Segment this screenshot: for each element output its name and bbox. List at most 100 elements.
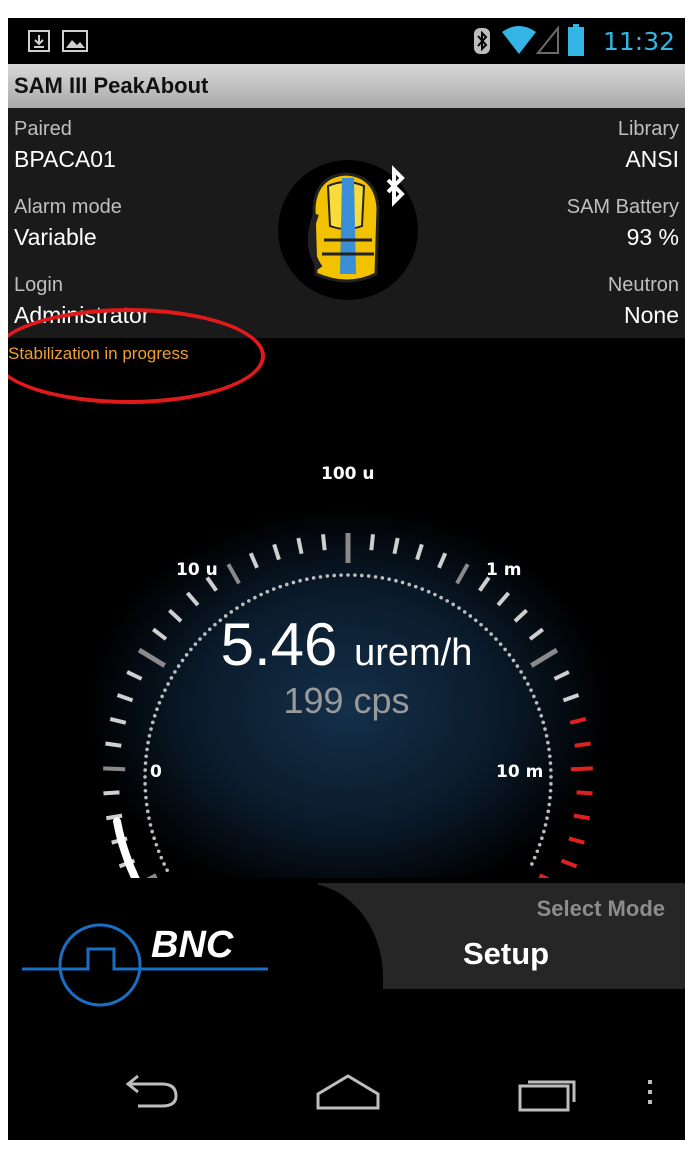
- battery-icon: [568, 24, 584, 56]
- gauge-dot: [545, 816, 549, 820]
- gauge-tick: [560, 858, 578, 869]
- device-info-panel: Paired BPACA01 Alarm mode Variable Login…: [8, 108, 685, 338]
- gauge-dot: [339, 573, 343, 577]
- gauge-dot: [548, 761, 553, 765]
- download-notification-icon: [28, 30, 50, 52]
- gauge-dot: [265, 589, 270, 594]
- gauge-tick: [570, 766, 593, 772]
- gauge-dot: [150, 829, 154, 834]
- gauge-dot: [549, 768, 553, 772]
- gauge-dot: [549, 775, 553, 779]
- gauge-dot: [247, 599, 251, 603]
- gauge-dot: [154, 842, 159, 847]
- paired-label: Paired: [14, 118, 72, 140]
- gauge-tick: [568, 836, 585, 845]
- clock: 11:32: [602, 27, 675, 56]
- home-icon[interactable]: [314, 1072, 382, 1112]
- gauge-dot: [394, 578, 398, 583]
- gauge-dot: [353, 573, 357, 577]
- gauge-dot: [543, 727, 547, 731]
- gauge-dot: [420, 587, 425, 591]
- menu-icon[interactable]: [644, 1078, 656, 1108]
- gauge-dot: [298, 578, 302, 583]
- gauge-dot: [148, 823, 153, 827]
- gauge-dot: [259, 592, 263, 597]
- neutron-label: Neutron: [607, 274, 679, 296]
- gauge-dot: [373, 575, 378, 579]
- gauge-dot: [548, 788, 553, 793]
- gauge-dot: [413, 584, 418, 589]
- gauge-dot: [332, 573, 336, 578]
- gauge-dot: [400, 580, 405, 585]
- back-icon[interactable]: [118, 1072, 184, 1112]
- gauge-dot: [426, 589, 431, 594]
- alarm-mode-label: Alarm mode: [14, 196, 122, 218]
- gauge-dot: [387, 577, 391, 582]
- gauge-dot: [156, 849, 161, 854]
- recents-icon[interactable]: [516, 1072, 582, 1112]
- neutron-value: None: [624, 302, 679, 328]
- gauge-dot: [311, 576, 316, 580]
- paired-value: BPACA01: [14, 146, 116, 172]
- gauge-dot: [540, 836, 544, 840]
- gauge-dot: [144, 795, 148, 800]
- dose-rate-unit: urem/h: [354, 632, 473, 674]
- signal-icon: [536, 26, 559, 54]
- library-value: ANSI: [625, 146, 679, 172]
- gauge-dot: [159, 855, 164, 860]
- gauge-dot: [143, 782, 147, 786]
- scale-label-10u: 10 u: [176, 560, 218, 580]
- dose-rate-reading: 5.46 urem/h: [8, 610, 685, 679]
- gauge-dot: [530, 862, 534, 866]
- gauge-dot: [380, 576, 385, 580]
- gauge-tick: [103, 766, 126, 772]
- setup-mode-button[interactable]: Setup: [463, 936, 549, 972]
- gauge-dot: [546, 740, 550, 745]
- select-mode-label: Select Mode: [536, 896, 665, 921]
- gauge-dot: [360, 573, 364, 578]
- sam-battery-label: SAM Battery: [566, 196, 679, 218]
- gauge-dot: [143, 761, 148, 765]
- scale-label-0: 0: [150, 762, 162, 782]
- gauge-tick: [538, 873, 550, 878]
- gauge-tick: [103, 790, 120, 796]
- scale-label-10m: 10 m: [496, 762, 544, 782]
- gauge-dot: [535, 849, 540, 854]
- gauge-dot: [325, 574, 330, 578]
- gauge-dot: [549, 782, 553, 786]
- gauge-dot: [149, 727, 153, 731]
- gauge-dot: [543, 823, 548, 827]
- gauge-tick: [574, 741, 591, 748]
- gauge-tick: [576, 790, 593, 796]
- backpack-device-icon[interactable]: [276, 156, 424, 304]
- gauge-dot: [143, 775, 147, 779]
- app-title: SAM III PeakAbout: [14, 73, 209, 98]
- gauge-dot: [318, 575, 323, 579]
- login-label: Login: [14, 274, 63, 296]
- gauge-dot: [305, 577, 309, 582]
- gauge-dot: [145, 747, 149, 752]
- wifi-icon: [502, 26, 536, 54]
- gauge-dot: [532, 855, 537, 860]
- phone-screen: 11:32 SAM III PeakAbout Paired BPACA01 A…: [8, 18, 685, 1140]
- gauge-dot: [445, 599, 449, 603]
- gauge-dot: [145, 809, 150, 814]
- gauge-tick: [321, 534, 327, 551]
- gauge-dot: [433, 592, 437, 597]
- gauge-dot: [143, 788, 148, 793]
- gauge-dot: [152, 836, 156, 840]
- bnc-logo-text: BNC: [151, 924, 234, 966]
- scale-label-1m: 1 m: [486, 560, 522, 580]
- bluetooth-icon: [474, 28, 490, 54]
- gauge-tick: [573, 813, 591, 821]
- gauge-dot: [439, 595, 443, 600]
- gauge-dot: [165, 868, 169, 872]
- gauge-dot: [546, 809, 551, 814]
- dose-rate-value: 5.46: [220, 611, 338, 678]
- gauge-dot: [146, 740, 150, 745]
- status-bar: 11:32: [8, 18, 685, 64]
- image-notification-icon: [62, 30, 88, 52]
- navigation-bar: [8, 1050, 685, 1140]
- gauge-dot: [271, 587, 276, 591]
- bnc-logo: [22, 923, 268, 1007]
